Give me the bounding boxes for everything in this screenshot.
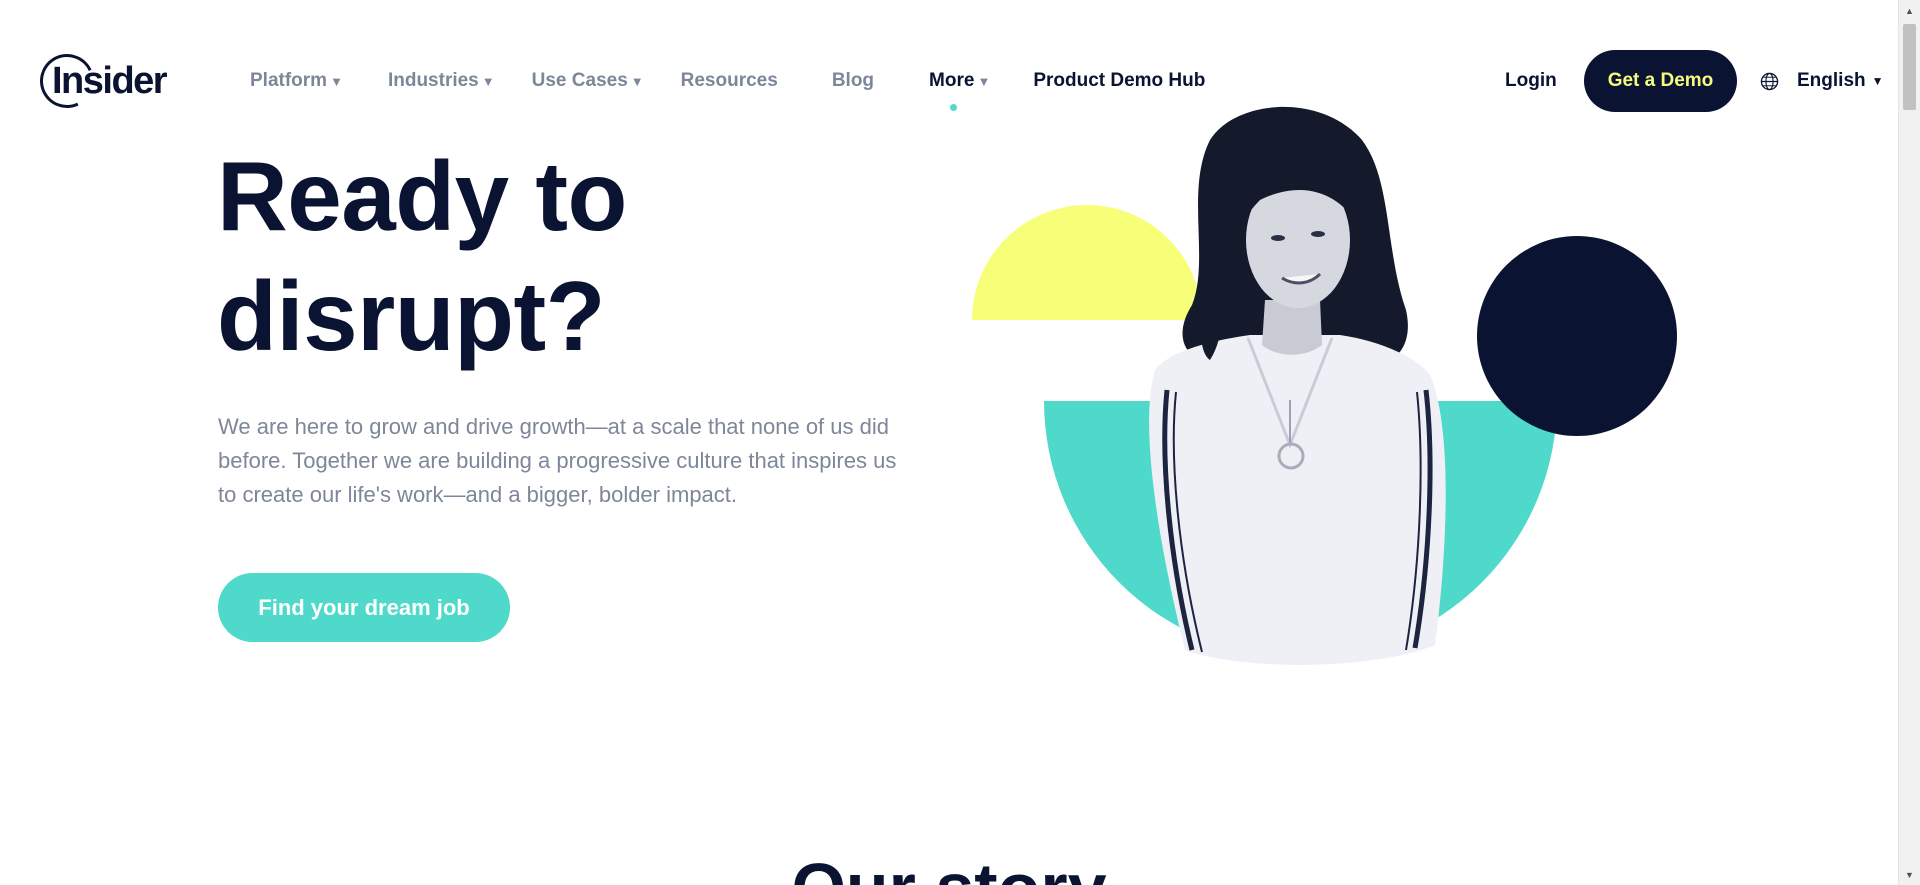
- logo-text: Insider: [52, 59, 168, 102]
- caret-down-icon: ▼: [977, 73, 991, 89]
- hero-title-line-2: disrupt?: [217, 261, 605, 371]
- nav-label: Resources: [680, 70, 778, 91]
- yellow-half-circle: [972, 205, 1202, 320]
- page-scrollbar[interactable]: ▲ ▼: [1898, 0, 1920, 885]
- caret-down-icon: ▼: [481, 73, 495, 89]
- nav-label: Use Cases: [531, 70, 628, 91]
- language-selector[interactable]: English ▼: [1760, 70, 1884, 92]
- navy-circle: [1477, 236, 1677, 436]
- nav-item-industries[interactable]: Industries ▼: [388, 70, 495, 92]
- caret-down-icon: ▼: [630, 73, 644, 89]
- insider-logo[interactable]: Insider: [32, 46, 168, 116]
- nav-label: Platform: [250, 70, 328, 91]
- caret-down-icon: ▼: [330, 73, 343, 89]
- nav-label: More: [929, 70, 975, 91]
- scroll-up-arrow-icon[interactable]: ▲: [1905, 6, 1914, 16]
- our-story-heading: Our story: [0, 848, 1898, 885]
- nav-label: Industries: [387, 70, 479, 91]
- hero-title-line-1: Ready to: [217, 141, 627, 251]
- nav-item-blog[interactable]: Blog: [832, 70, 874, 92]
- nav-item-more[interactable]: More ▼: [929, 70, 991, 111]
- active-indicator-dot: [949, 104, 957, 111]
- login-link[interactable]: Login: [1505, 70, 1557, 92]
- nav-item-use-cases[interactable]: Use Cases ▼: [532, 70, 644, 92]
- nav-label: Product Demo Hub: [1033, 70, 1206, 91]
- language-label: English: [1797, 70, 1866, 91]
- nav-item-platform[interactable]: Platform ▼: [250, 70, 343, 92]
- scroll-thumb[interactable]: [1903, 24, 1916, 110]
- hero-illustration: [972, 106, 1677, 665]
- nav-item-product-demo-hub[interactable]: Product Demo Hub: [1033, 70, 1205, 92]
- caret-down-icon: ▼: [1871, 74, 1884, 88]
- scroll-down-arrow-icon[interactable]: ▼: [1905, 870, 1914, 880]
- hero-title: Ready to disrupt?: [217, 136, 777, 376]
- nav-label: Blog: [831, 70, 875, 91]
- main-nav: Platform ▼ Industries ▼ Use Cases ▼ Reso…: [250, 70, 1205, 111]
- find-dream-job-button[interactable]: Find your dream job: [218, 573, 510, 642]
- hero-description: We are here to grow and drive growth—at …: [218, 414, 897, 507]
- person-portrait: [1149, 106, 1446, 665]
- nav-item-resources[interactable]: Resources: [681, 70, 778, 92]
- globe-icon: [1760, 72, 1779, 90]
